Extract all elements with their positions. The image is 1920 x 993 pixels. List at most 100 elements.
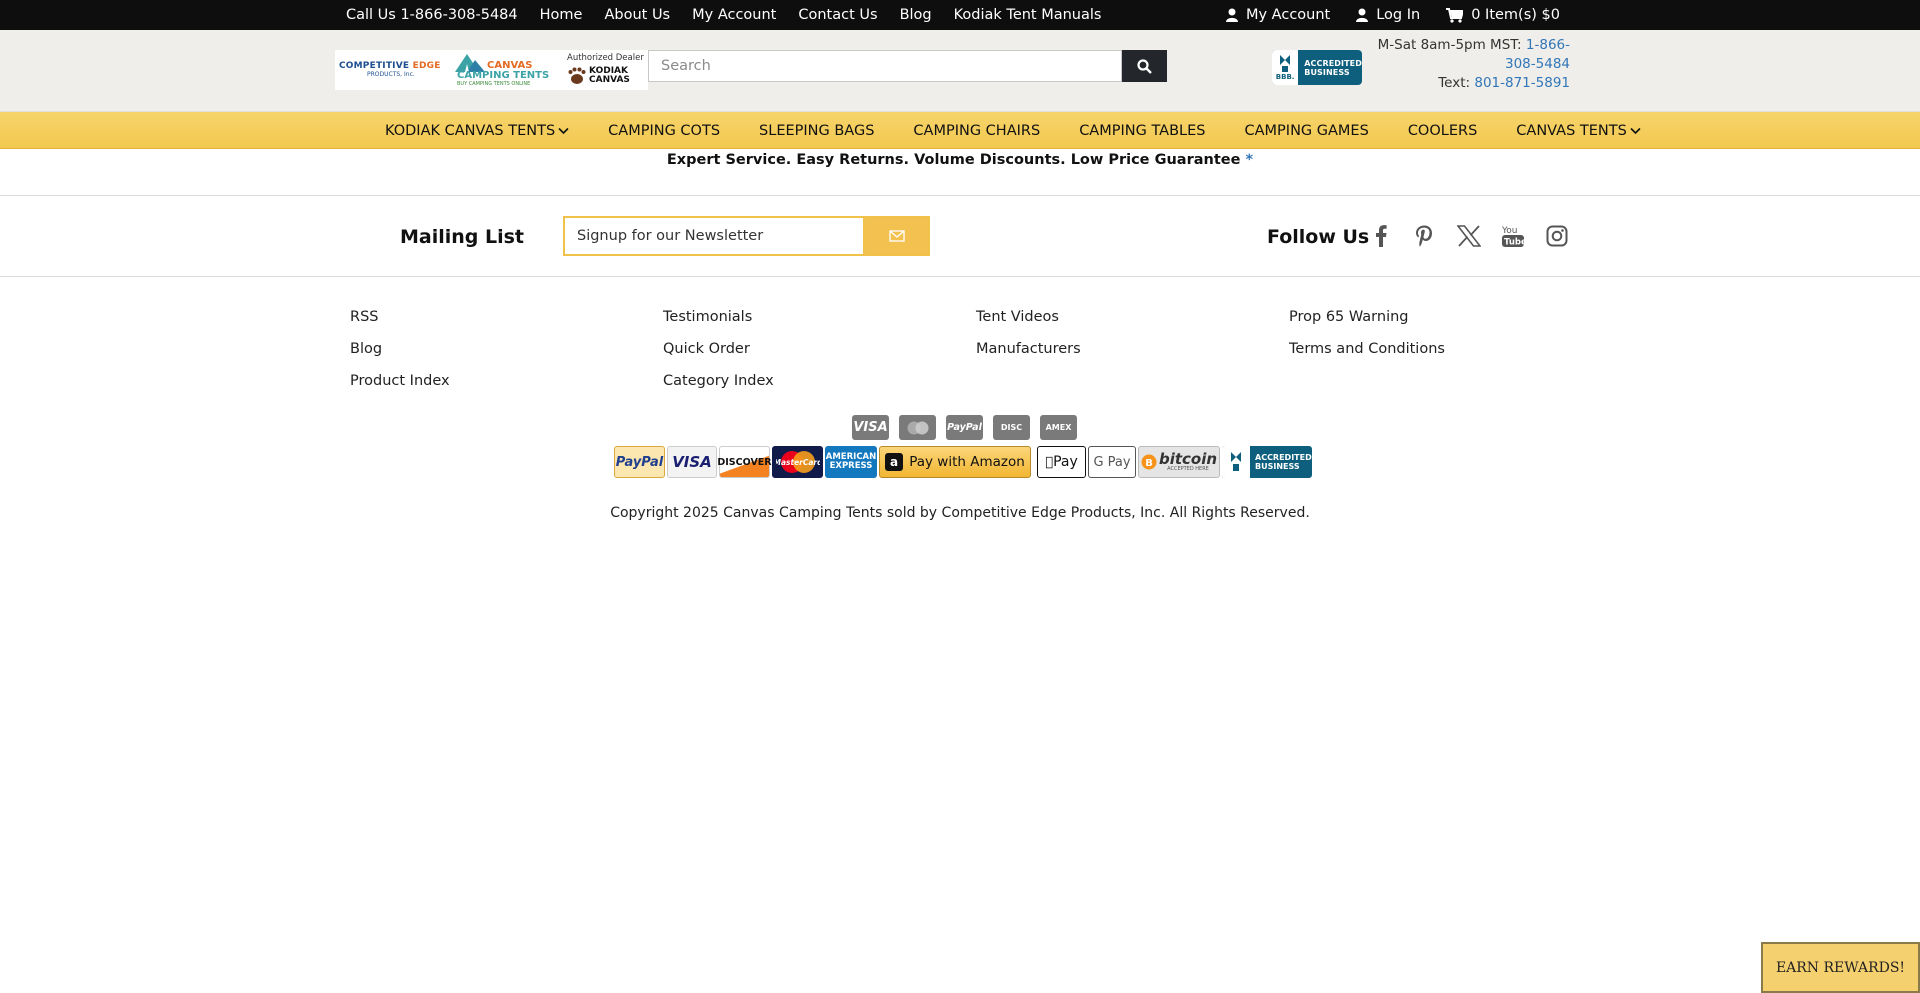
paypal-badge-text: PayPal [615,454,664,470]
nav-item-camping-games[interactable]: CAMPING GAMES [1245,123,1369,139]
search-input[interactable] [648,50,1122,82]
phone-link-part2[interactable]: 308-5484 [1505,56,1570,72]
my-account-label: My Account [1245,7,1331,23]
google-pay-text: G Pay [1093,454,1131,470]
bbb-accredited-badge[interactable]: BBB. ACCREDITED BUSINESS [1272,50,1362,85]
pinterest-icon[interactable] [1412,223,1437,248]
logo-slogan: BUY CAMPING TENTS ONLINE [457,81,531,87]
footer-link-prop65[interactable]: Prop 65 Warning [1289,308,1602,326]
footer-link-testimonials[interactable]: Testimonials [663,308,976,326]
nav-item-sleeping-bags[interactable]: SLEEPING BAGS [759,123,874,139]
text-label: Text: [1438,75,1471,91]
amex-gray-icon: AMEX [1040,415,1077,440]
svg-text:B: B [1145,458,1153,469]
tagline-text: Expert Service. Easy Returns. Volume Dis… [666,152,1241,168]
youtube-icon[interactable]: You Tube [1500,223,1525,248]
discover-badge-text: DISCOVER [717,456,772,468]
nav-item-canvas-tents[interactable]: CANVAS TENTS [1516,123,1641,139]
amex-badge: AMERICAN EXPRESS [825,446,877,478]
log-in-link[interactable]: Log In [1356,7,1420,23]
top-link-about-us[interactable]: About Us [604,7,670,23]
nav-item-camping-cots[interactable]: CAMPING COTS [608,123,720,139]
bbb-large-line1: ACCREDITED [1255,453,1312,462]
amex-badge-text: AMERICAN EXPRESS [825,452,877,471]
mastercard-circles-icon: MasterCard [776,451,820,473]
visa-gray-icon: VISA [852,415,889,440]
phone-link-part1[interactable]: 1-866- [1526,37,1570,53]
nav-label: CAMPING TABLES [1079,122,1206,139]
bbb-seal-text: BBB. [1275,72,1295,81]
mailing-list-title: Mailing List [400,226,525,248]
visa-badge-text: VISA [672,453,712,471]
hours-label: M-Sat 8am-5pm MST: [1377,37,1522,53]
user-icon [1225,8,1238,22]
footer-link-rss[interactable]: RSS [350,308,663,326]
amazon-pay-badge: a Pay with Amazon [879,446,1031,478]
paypal-gray-icon: PayPal [946,415,983,440]
bbb-badge-large[interactable]: ACCREDITED BUSINESS [1222,446,1312,478]
bear-paw-icon [568,67,586,84]
cart-link[interactable]: 0 Item(s) $0 [1446,7,1560,23]
facebook-icon[interactable] [1368,223,1393,248]
bbb-torch-icon [1231,452,1241,471]
footer-link-product-index[interactable]: Product Index [350,372,663,390]
payment-badges: PayPal VISA DISCOVER MasterCard AMERICAN… [614,446,1312,478]
user-icon [1356,8,1369,22]
search-button[interactable] [1122,50,1167,82]
svg-text:You: You [1502,226,1518,236]
newsletter-submit-button[interactable] [863,216,930,256]
instagram-icon[interactable] [1544,223,1569,248]
chevron-down-icon [558,127,569,134]
top-link-home[interactable]: Home [540,7,583,23]
bbb-torch-icon [1280,54,1291,72]
nav-label: CAMPING GAMES [1244,122,1369,139]
paypal-badge: PayPal [614,446,665,478]
top-bar-right: My Account Log In 0 Item(s) $0 [1225,0,1560,30]
mastercard-gray-icon [899,415,936,440]
cart-summary: 0 Item(s) $0 [1471,7,1560,23]
nav-item-camping-chairs[interactable]: CAMPING CHAIRS [913,123,1040,139]
nav-item-camping-tables[interactable]: CAMPING TABLES [1079,123,1205,139]
authorized-dealer-text: Authorized Dealer [567,53,644,63]
bitcoin-icon: B [1141,454,1157,470]
cart-icon [1446,7,1464,23]
mastercard-badge: MasterCard [772,446,823,478]
nav-item-coolers[interactable]: COOLERS [1408,123,1477,139]
footer-link-category-index[interactable]: Category Index [663,372,976,390]
search-icon [1137,58,1152,74]
nav-label: CAMPING COTS [608,122,721,139]
envelope-icon [888,230,905,242]
tagline-star-link[interactable]: * [1246,152,1254,168]
top-link-contact-us[interactable]: Contact Us [798,7,877,23]
copyright-text: Copyright 2025 Canvas Camping Tents sold… [610,505,1310,521]
svg-text:a: a [890,455,898,469]
amazon-icon: a [885,453,904,471]
footer-link-manufacturers[interactable]: Manufacturers [976,340,1289,358]
my-account-link[interactable]: My Account [1225,7,1331,23]
social-links: You Tube [1368,223,1569,248]
google-pay-badge: G Pay [1088,446,1136,478]
call-us-link[interactable]: Call Us 1-866-308-5484 [346,7,518,23]
bitcoin-badge: B bitcoin ACCEPTED HERE [1138,446,1220,478]
top-link-blog[interactable]: Blog [900,7,932,23]
top-link-my-account[interactable]: My Account [692,7,776,23]
bitcoin-text: bitcoin [1158,450,1218,468]
footer-link-tent-videos[interactable]: Tent Videos [976,308,1289,326]
footer-link-terms[interactable]: Terms and Conditions [1289,340,1602,358]
footer-link-quick-order[interactable]: Quick Order [663,340,976,358]
logo-products: PRODUCTS, Inc. [367,71,415,78]
site-logo[interactable]: COMPETITIVE EDGE PRODUCTS, Inc. CANVAS C… [335,50,648,90]
nav-label: KODIAK CANVAS TENTS [385,122,556,139]
log-in-label: Log In [1376,7,1421,23]
footer-link-blog[interactable]: Blog [350,340,663,358]
mastercard-badge-text: MasterCard [776,458,820,467]
apple-icon:  [1045,455,1053,470]
chevron-down-icon [1630,127,1641,134]
x-twitter-icon[interactable] [1456,223,1481,248]
earn-rewards-button[interactable]: EARN REWARDS! [1761,942,1920,993]
logo-edge: EDGE [412,61,441,71]
text-phone-link[interactable]: 801-871-5891 [1474,75,1570,91]
top-link-kodiak-manuals[interactable]: Kodiak Tent Manuals [954,7,1102,23]
logo-camping-tents: CAMPING TENTS [457,70,550,81]
nav-item-kodiak-canvas-tents[interactable]: KODIAK CANVAS TENTS [385,123,569,139]
